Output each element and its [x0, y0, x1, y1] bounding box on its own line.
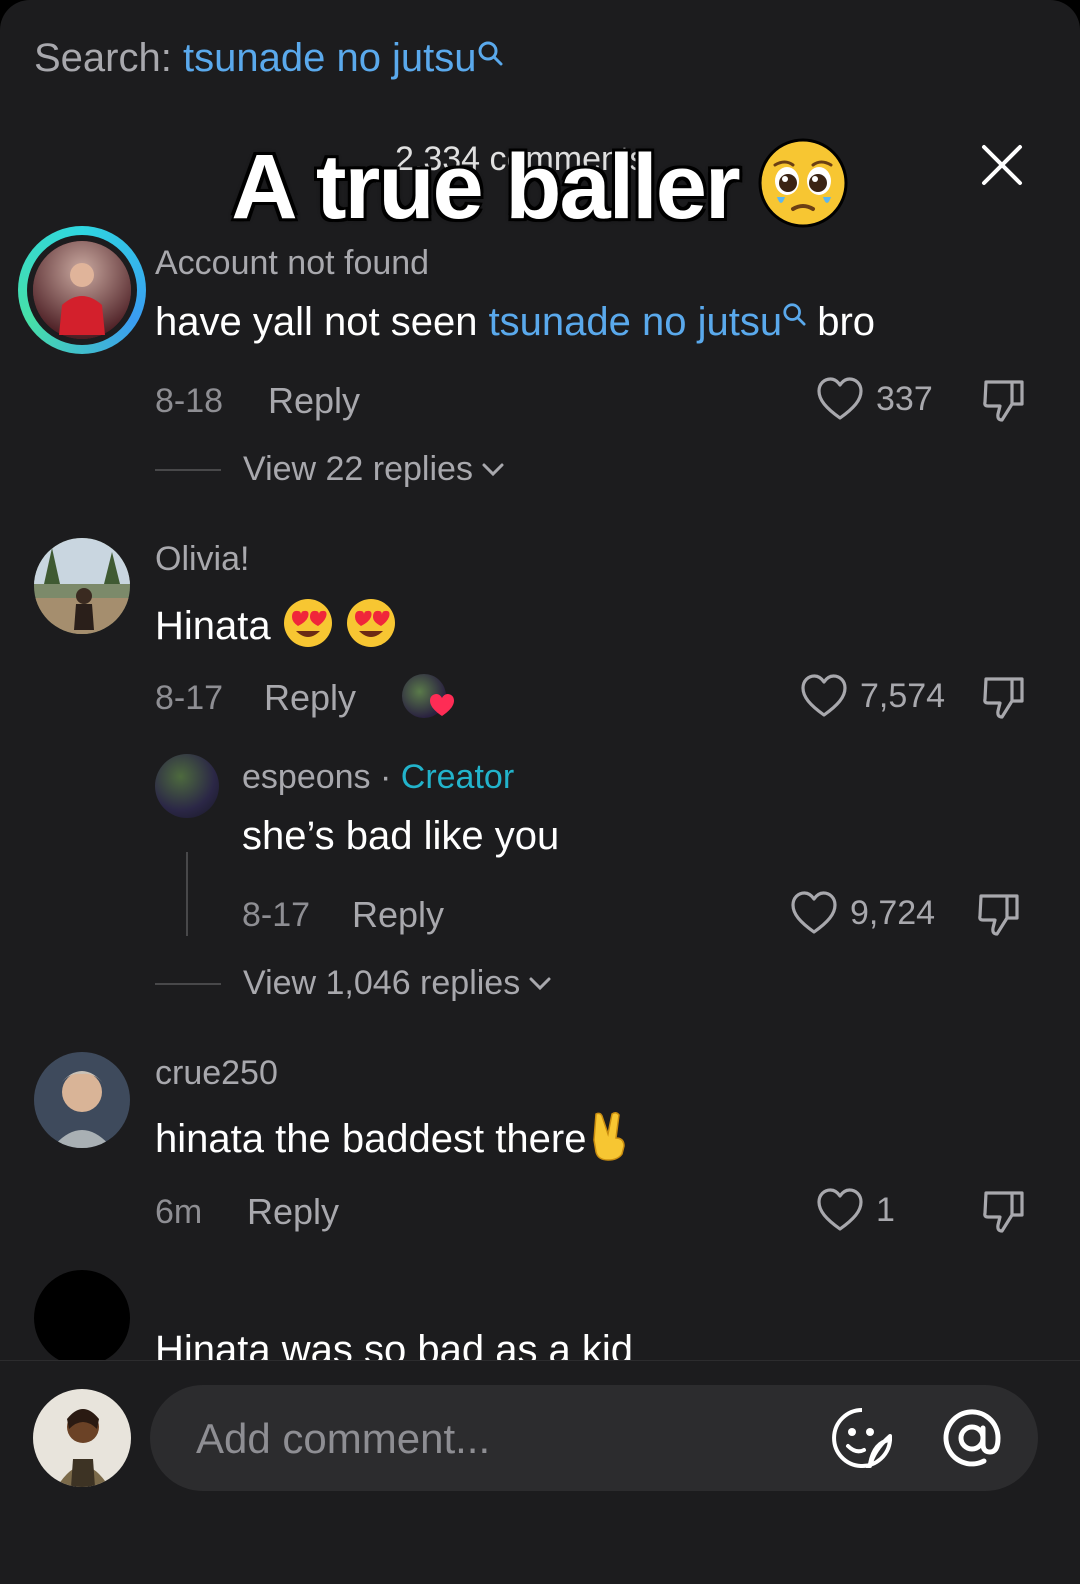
comment-text-after: bro	[806, 300, 876, 344]
comment-text-body: Hinata	[155, 604, 271, 648]
view-replies-button[interactable]: View 22 replies	[155, 450, 505, 489]
avatar[interactable]	[34, 538, 130, 634]
reply-username-row: espeons · Creator	[242, 758, 514, 797]
chevron-down-icon	[482, 463, 504, 476]
comment-username[interactable]: Account not found	[155, 244, 429, 283]
avatar-image	[34, 1052, 130, 1148]
heart-eyes-emoji-icon	[283, 599, 332, 647]
comment-text: Hinata	[155, 597, 397, 649]
dislike-icon[interactable]	[975, 890, 1023, 938]
comment-date: 8-18	[155, 382, 224, 420]
search-suggestion[interactable]: Search: tsunade no jutsu	[34, 36, 503, 81]
heart-icon	[817, 377, 863, 420]
search-icon	[783, 303, 806, 326]
heart-eyes-emoji-icon	[346, 599, 395, 647]
heart-icon	[801, 674, 847, 717]
reply-button[interactable]: Reply	[268, 380, 360, 422]
dislike-icon[interactable]	[980, 1187, 1028, 1235]
search-term[interactable]: tsunade no jutsu	[183, 36, 477, 80]
comment-text: have yall not seen tsunade no jutsu bro	[155, 300, 875, 345]
reply-text: she’s bad like you	[242, 814, 560, 858]
comment-text-body: hinata the baddest there	[155, 1117, 587, 1161]
like-count: 1	[876, 1190, 895, 1229]
heart-icon	[791, 891, 837, 934]
search-prefix: Search:	[34, 36, 172, 80]
divider	[155, 982, 221, 985]
like-count: 337	[876, 379, 933, 418]
search-link[interactable]: tsunade no jutsu	[489, 300, 783, 344]
comment-date: 6m	[155, 1193, 203, 1231]
reply-button[interactable]: Reply	[264, 677, 356, 719]
like-button[interactable]: 7,574	[800, 673, 945, 719]
divider	[155, 468, 221, 471]
comment-input[interactable]: Add comment...	[150, 1385, 1038, 1491]
comment-text-before: have yall not seen	[155, 300, 489, 344]
dislike-icon[interactable]	[980, 673, 1028, 721]
my-avatar[interactable]	[33, 1389, 131, 1487]
like-count: 7,574	[860, 676, 946, 715]
comment-input-placeholder: Add comment...	[196, 1415, 491, 1462]
reply-date: 8-17	[242, 896, 311, 934]
comment-date: 8-17	[155, 679, 224, 717]
view-replies-label: View 22 replies	[243, 450, 473, 488]
search-icon	[478, 41, 503, 66]
view-replies-button[interactable]: View 1,046 replies	[155, 964, 552, 1003]
heart-icon	[430, 694, 454, 716]
like-button[interactable]: 337	[816, 376, 933, 422]
like-button[interactable]: 9,724	[790, 890, 935, 936]
dislike-icon[interactable]	[980, 376, 1028, 424]
mention-icon[interactable]	[940, 1406, 1004, 1470]
video-caption-overlay: A true baller	[0, 135, 1080, 251]
like-count: 9,724	[850, 893, 936, 932]
reply-button[interactable]: Reply	[352, 894, 444, 936]
thread-line	[186, 852, 188, 936]
comment-text: hinata the baddest there	[155, 1110, 632, 1162]
creator-liked-badge	[402, 674, 458, 720]
comments-sheet: Search: tsunade no jutsu 2,334 comments …	[0, 0, 1080, 1584]
avatar[interactable]	[155, 754, 219, 818]
like-button[interactable]: 1	[816, 1187, 895, 1233]
creator-badge: Creator	[400, 758, 515, 796]
heart-icon	[817, 1188, 863, 1231]
avatar[interactable]	[34, 1052, 130, 1148]
comment-username[interactable]: Olivia!	[155, 540, 249, 579]
view-replies-label: View 1,046 replies	[243, 964, 521, 1002]
separator: ·	[370, 758, 401, 796]
comment-composer-bar: Add comment...	[0, 1360, 1080, 1584]
avatar[interactable]	[27, 235, 137, 345]
avatar-image	[33, 241, 131, 339]
reply-button[interactable]: Reply	[247, 1191, 339, 1233]
pleading-face-emoji-icon	[757, 137, 849, 251]
chevron-down-icon	[529, 977, 551, 990]
comment-username[interactable]: crue250	[155, 1054, 278, 1093]
victory-hand-emoji-icon	[593, 1111, 626, 1161]
emoji-sticker-icon[interactable]	[830, 1406, 894, 1470]
avatar-image	[34, 538, 130, 634]
avatar[interactable]	[34, 1270, 130, 1366]
reply-username[interactable]: espeons	[242, 758, 371, 796]
caption-text: A true baller	[231, 136, 740, 238]
close-icon[interactable]	[980, 143, 1024, 187]
avatar-image	[33, 1389, 131, 1487]
